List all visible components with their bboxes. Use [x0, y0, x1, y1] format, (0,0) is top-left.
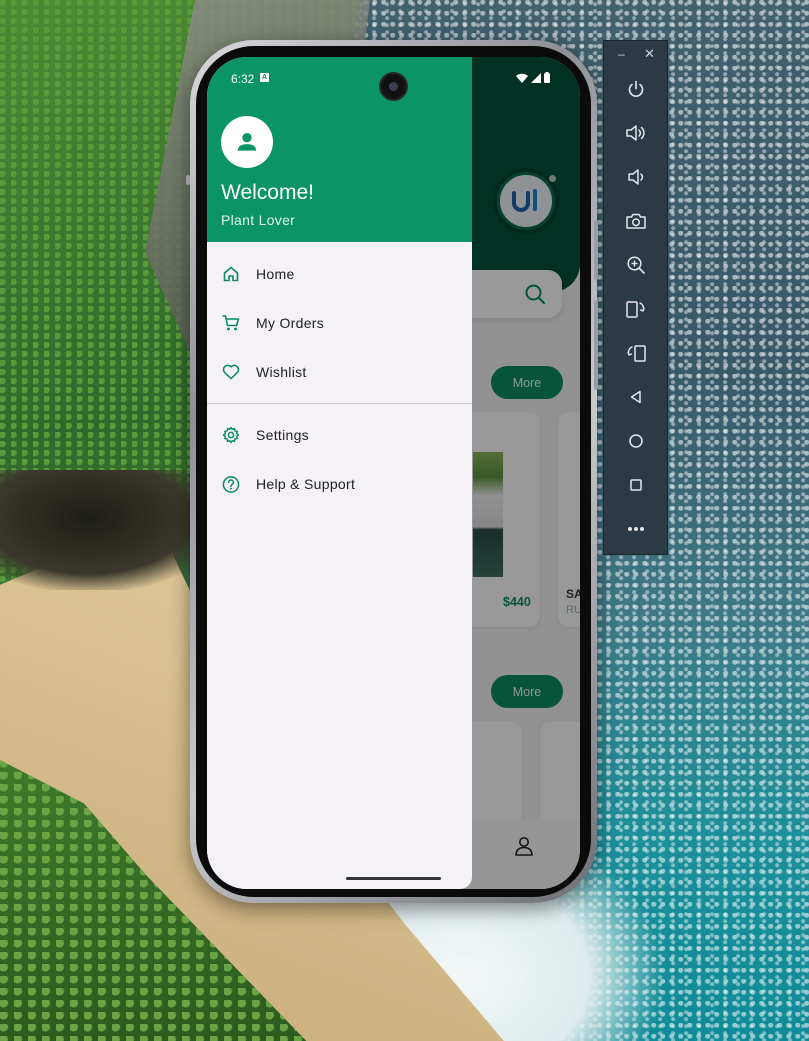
volume-down-icon: [628, 169, 644, 185]
navigation-drawer: Welcome! Plant Lover Home My Orders Wish…: [207, 57, 472, 889]
wifi-icon: [516, 73, 528, 83]
status-time: 6:32: [231, 72, 255, 86]
welcome-title: Welcome!: [221, 181, 314, 204]
status-bar: 6:32 A: [207, 57, 580, 101]
back-icon: [630, 390, 641, 404]
rotate-right-button[interactable]: [621, 338, 651, 368]
gesture-home-indicator[interactable]: [346, 877, 441, 880]
notification-icon: A: [260, 73, 269, 82]
home-icon: [629, 434, 643, 448]
gear-icon: [222, 426, 240, 444]
drawer-item-label: My Orders: [256, 315, 325, 331]
drawer-item-settings[interactable]: Settings: [207, 412, 472, 458]
drawer-item-label: Settings: [256, 427, 309, 443]
close-button[interactable]: ✕: [644, 46, 655, 62]
camera-icon: [626, 213, 646, 229]
drawer-item-label: Wishlist: [256, 364, 307, 380]
more-options-button[interactable]: [621, 514, 651, 544]
more-icon: [628, 527, 644, 531]
home-icon: [222, 265, 240, 283]
battery-icon: [544, 72, 550, 83]
welcome-subtitle: Plant Lover: [221, 212, 296, 228]
power-button[interactable]: [621, 74, 651, 104]
phone-side-button: [186, 175, 190, 185]
wallpaper-cave: [0, 470, 220, 590]
back-button[interactable]: [621, 382, 651, 412]
minimize-button[interactable]: –: [618, 47, 625, 61]
emulator-titlebar: – ✕: [604, 41, 669, 69]
phone-volume-button: [594, 300, 598, 390]
rotate-left-icon: [626, 301, 645, 318]
camera-lens: [389, 82, 398, 91]
status-icons: [516, 72, 550, 83]
phone-power-button: [594, 220, 598, 280]
zoom-icon: [627, 256, 645, 274]
help-icon: [222, 475, 240, 493]
drawer-item-my-orders[interactable]: My Orders: [207, 300, 472, 346]
emulator-toolbar: – ✕: [603, 40, 668, 555]
volume-up-button[interactable]: [621, 118, 651, 148]
rotate-right-icon: [627, 345, 646, 362]
phone-screen: More $440 SA RU More Welcome! Plant Love…: [207, 57, 580, 889]
overview-icon: [630, 479, 642, 491]
person-icon: [237, 133, 257, 151]
volume-down-button[interactable]: [621, 162, 651, 192]
drawer-item-wishlist[interactable]: Wishlist: [207, 349, 472, 395]
power-icon: [628, 80, 644, 97]
drawer-item-home[interactable]: Home: [207, 251, 472, 297]
drawer-divider: [207, 403, 472, 404]
cart-icon: [222, 314, 240, 332]
signal-icon: [531, 72, 541, 83]
screenshot-button[interactable]: [621, 206, 651, 236]
home-button[interactable]: [621, 426, 651, 456]
heart-icon: [222, 363, 240, 381]
avatar[interactable]: [221, 116, 273, 168]
volume-up-icon: [626, 125, 645, 141]
rotate-left-button[interactable]: [621, 294, 651, 324]
front-camera: [379, 72, 408, 101]
drawer-item-help-support[interactable]: Help & Support: [207, 461, 472, 507]
drawer-item-label: Home: [256, 266, 295, 282]
drawer-item-label: Help & Support: [256, 476, 356, 492]
overview-button[interactable]: [621, 470, 651, 500]
zoom-button[interactable]: [621, 250, 651, 280]
